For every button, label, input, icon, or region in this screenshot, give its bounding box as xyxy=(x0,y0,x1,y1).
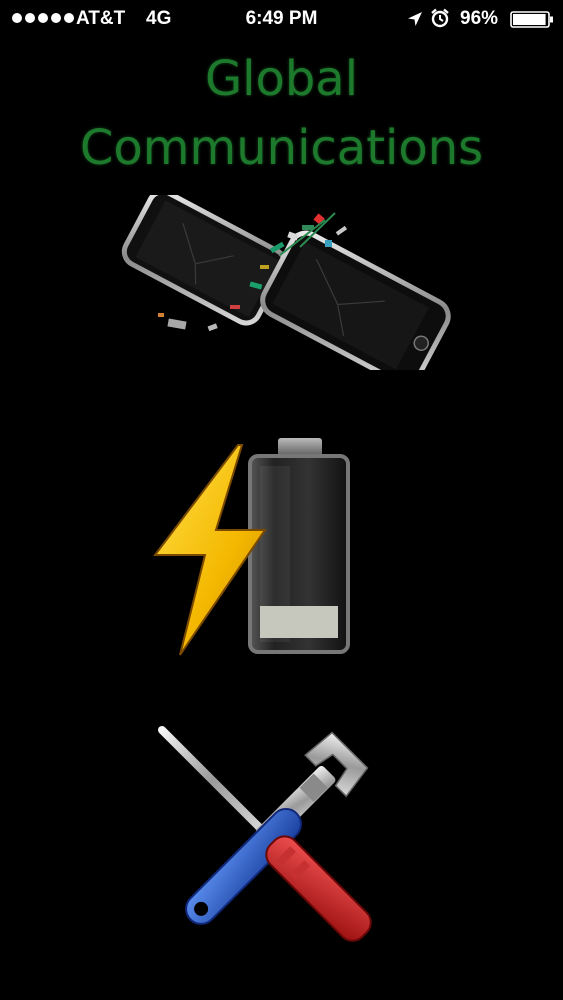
cracked-screen-repair-button[interactable] xyxy=(110,195,460,370)
alarm-clock-icon xyxy=(431,8,449,28)
battery-percentage: 96% xyxy=(460,8,499,29)
charging-battery-icon xyxy=(152,438,350,656)
status-bar: AT&T 4G 6:49 PM 96% xyxy=(0,0,563,38)
tools-repair-button[interactable] xyxy=(150,720,390,945)
app-title-line2: Communications xyxy=(79,120,484,176)
battery-icon xyxy=(510,11,553,28)
location-arrow-icon xyxy=(408,12,422,26)
wrench-screwdriver-icon xyxy=(158,726,372,942)
battery-replacement-button[interactable] xyxy=(150,430,360,665)
broken-phone-icon xyxy=(121,195,451,370)
app-title-line1: Global xyxy=(204,51,359,107)
